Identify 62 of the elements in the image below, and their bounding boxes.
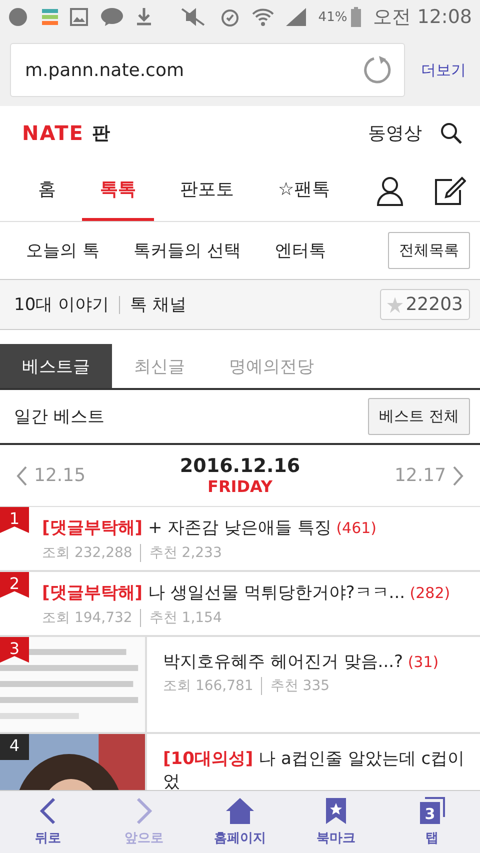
home-icon bbox=[225, 797, 255, 825]
recommend-count: 추천 1,154 bbox=[149, 608, 222, 627]
search-icon[interactable] bbox=[440, 122, 462, 144]
favorite-button[interactable]: 22203 bbox=[380, 289, 470, 320]
nav-tab[interactable]: 톡톡 bbox=[82, 160, 154, 221]
view-count: 조회 194,732 bbox=[42, 608, 132, 627]
chevron-right-icon bbox=[452, 466, 464, 486]
post-title[interactable]: [댓글부탁해] 나 생일선물 먹튀당한거야?ㅋㅋ... (282) bbox=[42, 582, 470, 606]
star-icon bbox=[386, 296, 403, 312]
view-count: 조회 166,781 bbox=[163, 677, 254, 696]
reload-icon[interactable] bbox=[362, 55, 392, 85]
current-date: 2016.12.16 bbox=[180, 455, 300, 477]
category-link[interactable]: 엔터톡 bbox=[274, 239, 326, 262]
rank-badge: 4 bbox=[0, 734, 29, 760]
logo-subtitle[interactable]: 판 bbox=[92, 121, 110, 145]
post-row[interactable]: 3 박지호유혜주 헤어진거 맞음...? (31) 조회 166,781 추천 335 bbox=[0, 636, 480, 734]
toolbar-button[interactable]: 뒤로 bbox=[0, 791, 96, 853]
chevron-left-icon bbox=[16, 466, 28, 486]
download-icon bbox=[136, 8, 152, 26]
recommend-count: 추천 2,233 bbox=[149, 544, 222, 562]
channel-type: 톡 채널 bbox=[130, 294, 186, 316]
back-icon bbox=[38, 797, 58, 825]
alarm-icon bbox=[220, 7, 240, 27]
nav-tab[interactable]: 홈 bbox=[20, 160, 74, 221]
nav-tab[interactable]: 판포토 bbox=[162, 160, 252, 221]
logo[interactable]: NATE bbox=[22, 121, 84, 145]
category-link[interactable]: 톡커들의 선택 bbox=[133, 239, 241, 262]
rank-badge: 2 bbox=[0, 572, 29, 598]
user-icon[interactable] bbox=[376, 176, 404, 206]
category-link[interactable]: 오늘의 톡 bbox=[26, 239, 100, 262]
write-icon[interactable] bbox=[434, 176, 466, 206]
list-icon bbox=[42, 9, 58, 25]
image-icon bbox=[70, 8, 88, 26]
video-link[interactable]: 동영상 bbox=[368, 121, 422, 145]
best-tab[interactable]: 베스트글 bbox=[0, 344, 112, 388]
post-title[interactable]: 박지호유혜주 헤어진거 맞음...? (31) bbox=[163, 650, 470, 674]
rank-badge: 1 bbox=[0, 507, 29, 533]
nav-tab[interactable]: ☆팬톡 bbox=[260, 160, 348, 221]
post-title[interactable]: [10대의성] 나 a컵인줄 알았는데 c컵이었 bbox=[163, 748, 470, 790]
battery-icon bbox=[351, 7, 362, 27]
all-list-button[interactable]: 전체목록 bbox=[388, 232, 470, 269]
toolbar-button[interactable]: 3 탭 bbox=[384, 791, 480, 853]
weekday: FRIDAY bbox=[208, 477, 272, 496]
battery-percent: 41% bbox=[318, 10, 348, 24]
signal-icon bbox=[286, 8, 306, 26]
best-all-button[interactable]: 베스트 전체 bbox=[368, 398, 470, 435]
chat-icon bbox=[100, 7, 124, 27]
forward-icon bbox=[134, 797, 154, 825]
bookmark-icon bbox=[325, 797, 347, 825]
post-row[interactable]: 1 [댓글부탁해] + 자존감 낮은애들 특징 (461) 조회 232,288 추천 2,233 bbox=[0, 507, 480, 572]
post-title[interactable]: [댓글부탁해] + 자존감 낮은애들 특징 (461) bbox=[42, 517, 470, 541]
section-title: 일간 베스트 bbox=[14, 406, 104, 428]
toolbar-button[interactable]: 북마크 bbox=[288, 791, 384, 853]
clock: 오전 12:08 bbox=[373, 5, 472, 30]
view-count: 조회 232,288 bbox=[42, 544, 132, 562]
wifi-icon bbox=[252, 7, 274, 27]
app-icon bbox=[8, 7, 30, 27]
more-link[interactable]: 더보기 bbox=[421, 60, 466, 80]
recommend-count: 추천 335 bbox=[270, 677, 330, 696]
channel-title: 10대 이야기 bbox=[14, 294, 110, 316]
url-field[interactable]: m.pann.nate.com bbox=[10, 43, 405, 97]
toolbar-button[interactable]: 홈페이지 bbox=[192, 791, 288, 853]
